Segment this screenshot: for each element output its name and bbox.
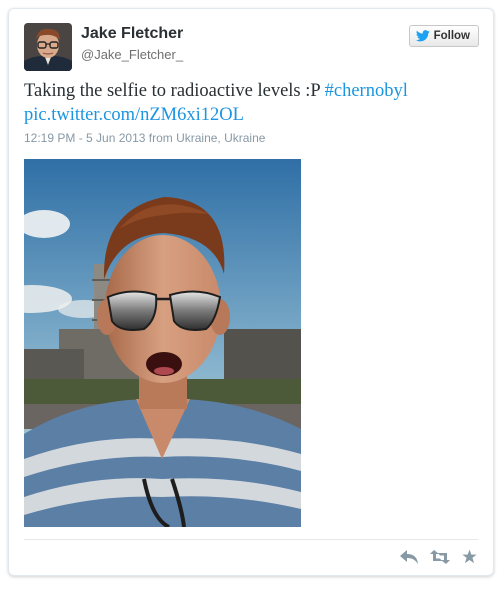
tweet-body: Taking the selfie to radioactive levels …: [24, 81, 320, 101]
tweet-timestamp[interactable]: 12:19 PM - 5 Jun 2013 from Ukraine, Ukra…: [24, 131, 265, 145]
pic-link[interactable]: pic.twitter.com/nZM6xi12OL: [24, 105, 244, 125]
star-icon[interactable]: [462, 549, 477, 569]
reply-icon[interactable]: [400, 549, 418, 569]
twitter-bird-icon: [415, 30, 430, 42]
follow-button[interactable]: Follow: [408, 25, 479, 47]
tweet-text: Taking the selfie to radioactive levels …: [24, 79, 464, 127]
tweet-photo[interactable]: [24, 159, 301, 527]
follow-label: Follow: [433, 30, 470, 42]
avatar[interactable]: [24, 23, 72, 71]
user-name[interactable]: Jake Fletcher: [81, 25, 183, 43]
tweet-card: Jake Fletcher @Jake_Fletcher_ Follow Tak…: [8, 8, 494, 576]
action-divider: [24, 539, 478, 540]
user-handle[interactable]: @Jake_Fletcher_: [81, 47, 183, 62]
tweet-actions: [400, 549, 477, 569]
hashtag-link[interactable]: #chernobyl: [325, 81, 408, 101]
retweet-icon[interactable]: [430, 549, 450, 569]
